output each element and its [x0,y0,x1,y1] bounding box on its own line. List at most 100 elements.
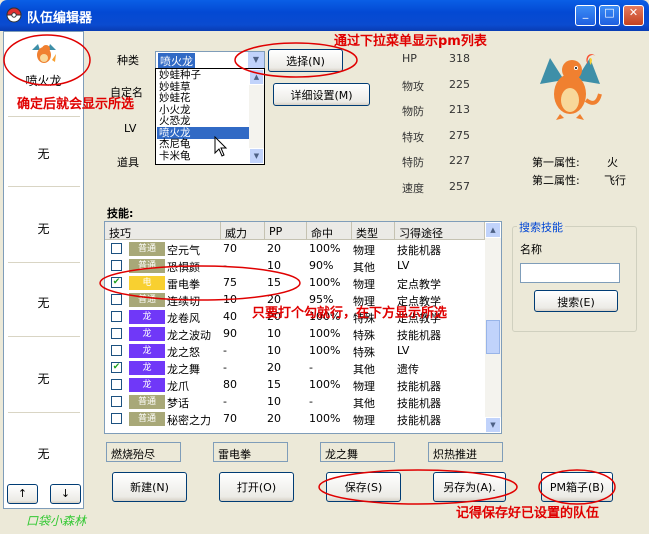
skill-checkbox[interactable] [111,396,122,407]
skill-checkbox[interactable] [111,379,122,390]
species-label: 种类 [117,54,139,67]
species-option[interactable]: 妙蛙花 [157,92,249,104]
species-option[interactable]: 火恐龙 [157,115,249,127]
maximize-button[interactable]: □ [599,5,620,26]
stat-label: HP [402,52,417,65]
minimize-icon: _ [582,6,589,19]
skill-name: 雷电拳 [167,278,200,291]
skill-power: 80 [223,378,237,391]
minimize-button[interactable]: _ [575,5,596,26]
species-select[interactable]: 喷火龙 ▼ [155,51,265,69]
title-bar[interactable]: 队伍编辑器 _ □ ✕ [0,0,649,31]
open-button[interactable]: 打开(O) [219,472,294,502]
party-slot-2[interactable]: 无 [4,145,83,162]
scroll-down-icon[interactable]: ▼ [485,417,501,433]
species-option[interactable]: 卡米龟 [157,150,249,162]
type-badge: 龙 [129,378,165,392]
table-row[interactable]: 普通 恐惧颜 - 10 90% 其他 LV [105,258,485,275]
skill-accuracy: 100% [309,412,341,425]
skill-name: 龙之舞 [167,363,200,376]
scroll-thumb[interactable] [486,320,500,354]
table-row[interactable]: 龙龙之波动 90 10 100% 特殊 技能机器 [105,326,485,343]
species-option[interactable]: 妙蛙草 [157,81,249,93]
move-down-button[interactable]: ↓ [50,484,81,504]
move-up-button[interactable]: ↑ [7,484,38,504]
party-slot-6[interactable]: 无 [4,445,83,462]
skill-table[interactable]: 技巧 威力 PP 命中 类型 习得途径 普通 空元气 70 20 100% 物理 技能机器 普通 恐惧颜 -… [104,221,502,434]
column-header[interactable]: 命中 [307,222,352,240]
charizard-sprite-icon [540,54,602,120]
skill-checkbox[interactable]: ✔ [111,277,122,288]
skill-power: 70 [223,242,237,255]
annotation-dropdown-note: 通过下拉菜单显示pm列表 [334,34,487,49]
skill-accuracy: 100% [309,344,341,357]
skill-checkbox[interactable] [111,260,122,271]
scroll-down-icon[interactable]: ▼ [249,148,264,164]
skill-name: 龙爪 [167,380,189,393]
column-header[interactable]: 类型 [352,222,395,240]
arrow-up-icon: ↑ [17,487,28,500]
skill-category: 物理 [353,278,375,291]
species-select-value: 喷火龙 [158,53,195,69]
search-input[interactable] [520,263,620,283]
skill-checkbox[interactable] [111,328,122,339]
stat-value: 275 [449,128,470,142]
skill-pp: 10 [267,395,281,408]
column-header[interactable]: 威力 [221,222,265,240]
stat-value: 227 [449,154,470,167]
column-header[interactable]: PP [265,222,307,240]
party-slot-5[interactable]: 无 [4,370,83,387]
party-slot-1[interactable]: 喷火龙 [4,72,83,89]
skill-category: 物理 [353,380,375,393]
scroll-up-icon[interactable]: ▲ [249,69,264,85]
detail-settings-button[interactable]: 详细设置(M) [273,83,370,106]
type-badge: 普通 [129,242,165,256]
column-header[interactable]: 习得途径 [395,222,485,240]
first-attribute-label: 第一属性: [532,156,580,169]
save-button[interactable]: 保存(S) [326,472,401,502]
search-button[interactable]: 搜索(E) [534,290,618,312]
table-row[interactable]: 普通 空元气 70 20 100% 物理 技能机器 [105,241,485,258]
skill-pp: 15 [267,276,281,289]
pm-box-button[interactable]: PM箱子(B) [541,472,613,502]
new-button[interactable]: 新建(N) [112,472,187,502]
skill-checkbox[interactable] [111,413,122,424]
select-button[interactable]: 选择(N) [268,49,343,72]
table-row[interactable]: 普通 秘密之力 70 20 100% 物理 技能机器 [105,411,485,428]
save-as-button[interactable]: 另存为(A). [433,472,506,502]
skill-table-scrollbar[interactable]: ▲ ▼ [485,222,501,433]
column-header[interactable]: 技巧 [105,222,221,240]
species-option[interactable]: 小火龙 [157,104,249,116]
scroll-up-icon[interactable]: ▲ [485,222,501,238]
search-name-label: 名称 [520,243,542,256]
skill-learn-method: 技能机器 [397,414,441,427]
skill-power: 70 [223,412,237,425]
species-option[interactable]: 喷火龙 [157,126,249,139]
party-slot-3[interactable]: 无 [4,220,83,237]
party-slot-4[interactable]: 无 [4,294,83,311]
species-option[interactable]: 妙蛙种子 [157,69,249,81]
stat-value: 318 [449,52,470,65]
close-button[interactable]: ✕ [623,5,644,26]
species-dropdown-list[interactable]: 妙蛙种子 妙蛙草 妙蛙花 小火龙 火恐龙 喷火龙 杰尼龟 卡米龟 ▲ ▼ [155,68,265,165]
table-row[interactable]: 龙龙之怒 - 10 100% 特殊 LV [105,343,485,360]
chevron-down-icon[interactable]: ▼ [248,52,264,68]
skill-checkbox[interactable] [111,311,122,322]
skill-accuracy: 100% [309,327,341,340]
skill-learn-method: 定点教学 [397,278,441,291]
skill-checkbox[interactable] [111,345,122,356]
skill-checkbox[interactable] [111,294,122,305]
skill-accuracy: 100% [309,276,341,289]
skill-pp: 10 [267,344,281,357]
skill-checkbox[interactable]: ✔ [111,362,122,373]
table-row[interactable]: ✔ 龙龙之舞 - 20 - 其他 遗传 [105,360,485,377]
skill-name: 龙卷风 [167,312,200,325]
selected-skill-3: 龙之舞 [320,442,395,462]
species-option[interactable]: 杰尼龟 [157,138,249,150]
skills-label: 技能: [107,207,134,220]
table-row[interactable]: ✔ 电雷电拳 75 15 100% 物理 定点教学 [105,275,485,292]
dropdown-scrollbar[interactable]: ▲ ▼ [249,69,264,164]
table-row[interactable]: 普通 梦话 - 10 - 其他 技能机器 [105,394,485,411]
table-row[interactable]: 龙龙爪 80 15 100% 物理 技能机器 [105,377,485,394]
skill-checkbox[interactable] [111,243,122,254]
